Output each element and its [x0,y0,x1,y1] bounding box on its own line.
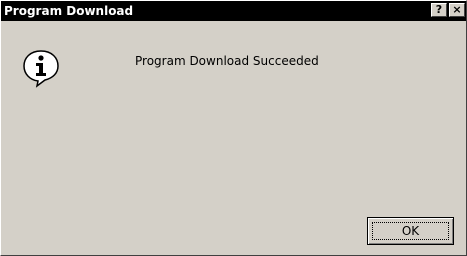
close-button[interactable]: × [449,3,465,17]
message-text: Program Download Succeeded [135,54,319,68]
title-bar[interactable]: Program Download ? × [1,1,466,21]
help-button[interactable]: ? [431,3,447,17]
window-title: Program Download [4,4,134,18]
information-icon [23,50,59,88]
ok-button[interactable]: OK [367,217,454,245]
ok-button-label: OK [401,224,420,238]
dialog-window: Program Download ? × Program Download Su… [0,0,467,256]
